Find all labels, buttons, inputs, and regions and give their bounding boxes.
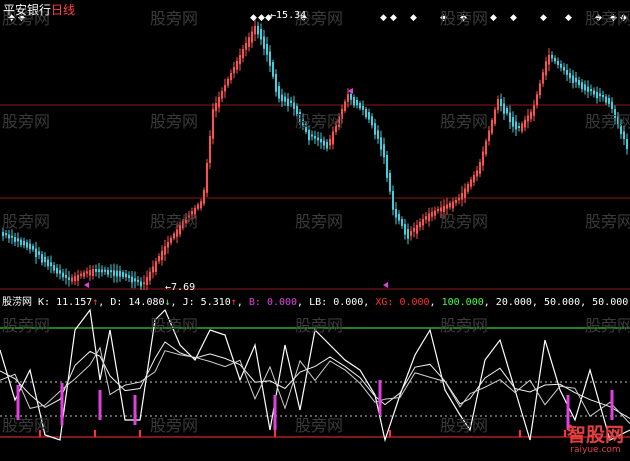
lb-value: 0.000 — [333, 297, 364, 308]
b-value: 0.000 — [266, 297, 298, 308]
stock-name: 平安银行 — [3, 3, 52, 17]
kdj-indicator-chart[interactable] — [0, 0, 630, 461]
level-20-value: 20.000 — [495, 297, 532, 308]
lb-label: LB: — [309, 297, 328, 308]
level-100-value: 100.000 — [441, 297, 484, 308]
chart-title: 平安银行日线 — [3, 1, 75, 18]
level-50b-value: 50.000 — [592, 297, 629, 308]
j-up-arrow-icon: ↑ — [230, 297, 237, 308]
j-label: J: — [182, 297, 195, 308]
d-down-arrow-icon: ↓ — [164, 297, 171, 308]
k-value: 11.157 — [56, 297, 93, 308]
k-up-arrow-icon: ↑ — [92, 297, 99, 308]
d-value: 14.080 — [128, 297, 165, 308]
low-price-value: 7.69 — [171, 282, 196, 293]
stock-chart-window[interactable]: ◆ ◆ ◆ ◆ ◆ ◆ ◆ ◆ ◆ ◆ ◆ ◆ ◆ ◆ ◆ ◆ ◆ ◆ 股旁网 股旁网 股旁网 股旁网 股旁网 股… — [0, 0, 630, 461]
logo-url: raiyue.com — [570, 445, 621, 455]
xg-value: 0.000 — [399, 297, 430, 308]
period-label: 日线 — [51, 3, 76, 17]
k-label: K: — [38, 297, 51, 308]
high-price-label: ←15.34 — [270, 10, 307, 21]
b-label: B: — [248, 297, 261, 308]
level-50-value: 50.000 — [543, 297, 581, 308]
indicator-value-bar: 股涝网 K: 11.157↑, D: 14.080↓, J: 5.310↑, B… — [2, 297, 629, 308]
j-line — [0, 308, 630, 443]
low-price-label: ←7.69 — [165, 282, 196, 293]
j-value: 5.310 — [200, 297, 231, 308]
d-line — [0, 346, 630, 424]
xg-label: XG: — [375, 297, 394, 308]
indicator-name: 股涝网 — [2, 297, 32, 308]
site-logo: 智股网 raiyue.com — [567, 425, 624, 455]
logo-title: 智股网 — [566, 424, 624, 446]
high-price-value: 15.34 — [276, 10, 307, 21]
d-label: D: — [110, 297, 123, 308]
